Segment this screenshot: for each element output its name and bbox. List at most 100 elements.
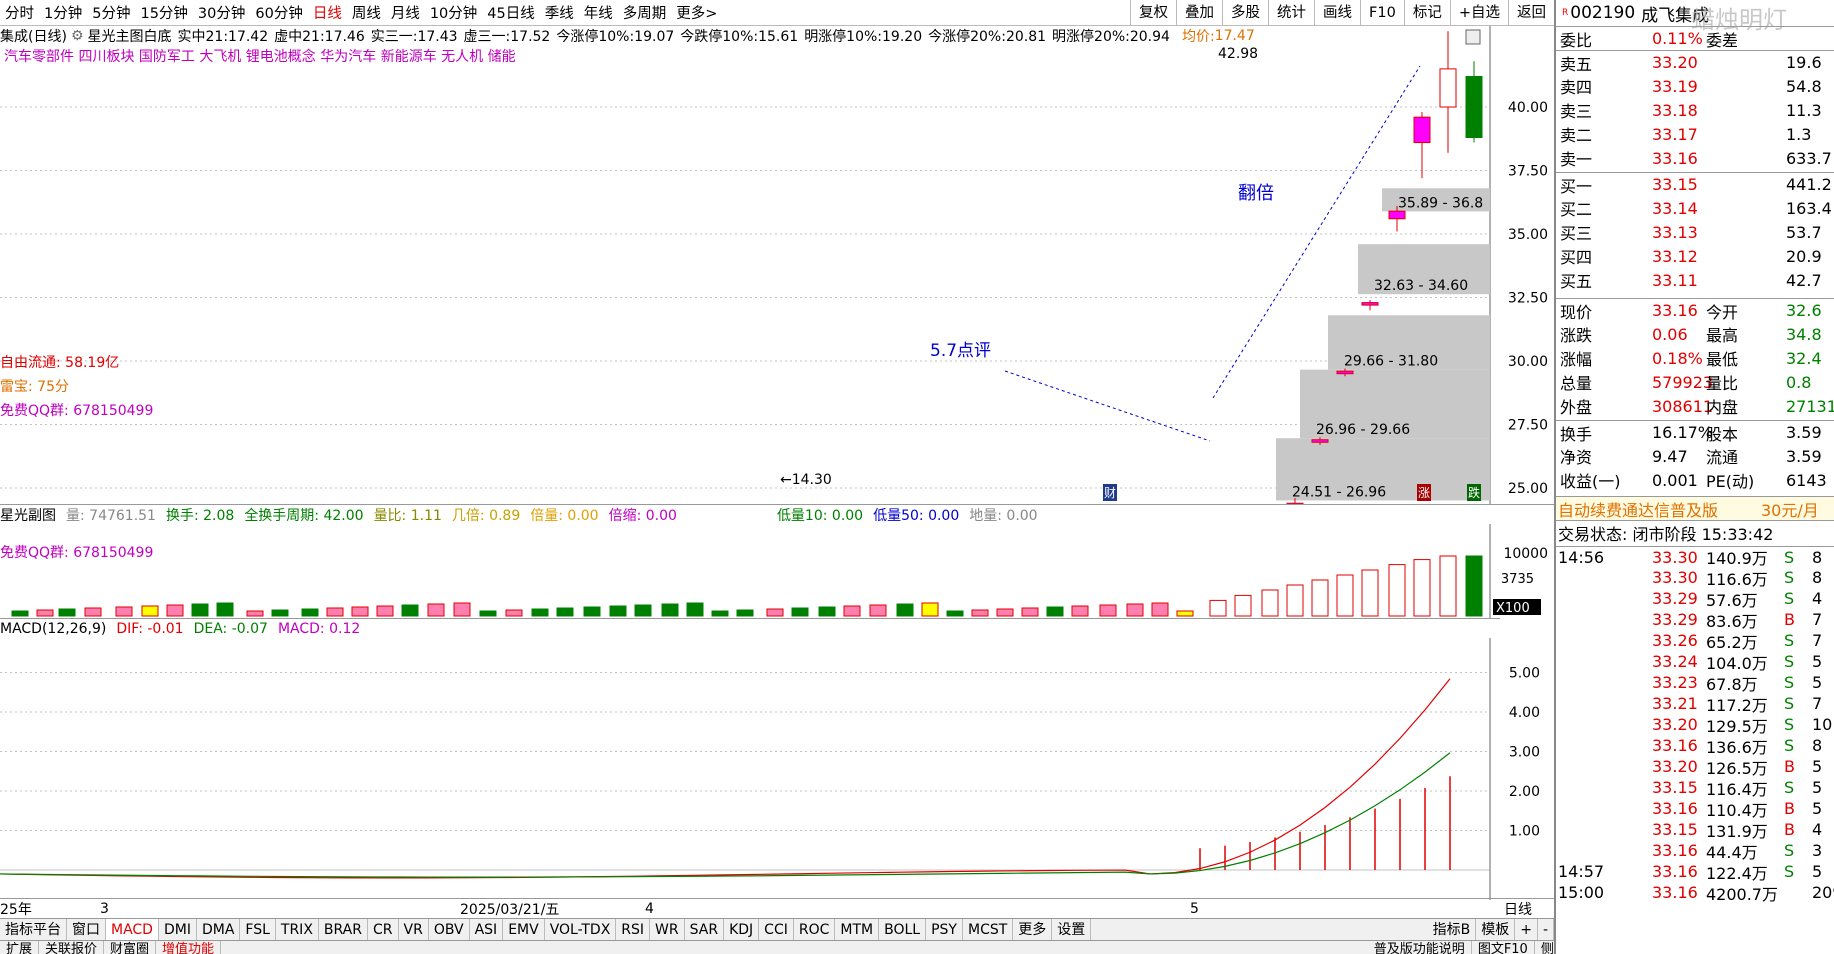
tick-side: S xyxy=(1784,694,1795,713)
stat2-label-2: 股本 xyxy=(1706,424,1739,444)
tab-5[interactable]: FSL xyxy=(240,919,276,940)
tab-17[interactable]: KDJ xyxy=(724,919,760,940)
tab-20[interactable]: MTM xyxy=(835,919,880,940)
tab-23[interactable]: MCST xyxy=(963,919,1014,940)
volume-chart[interactable]: 免费QQ群: 678150499 10000 3735 X100 xyxy=(0,524,1554,618)
tab-25[interactable]: 设置 xyxy=(1052,919,1092,940)
stat-row: 涨跌 0.06 最高 34.8 xyxy=(1556,322,1834,346)
finance-marker[interactable]: 财 xyxy=(1103,484,1118,501)
panel-toggle-icon[interactable] xyxy=(1465,29,1481,45)
tab-right-1[interactable]: 模板 xyxy=(1476,919,1516,940)
tab-3[interactable]: DMI xyxy=(159,919,197,940)
tab-right-0[interactable]: 指标B xyxy=(1428,919,1477,940)
tab-14[interactable]: RSI xyxy=(616,919,651,940)
volume-bar xyxy=(58,608,76,617)
bottom-tab-0[interactable]: 扩展 xyxy=(0,941,40,954)
tab-19[interactable]: ROC xyxy=(794,919,836,940)
tick-row: 33.29 83.6万 B 7 xyxy=(1556,609,1834,631)
period-3[interactable]: 15分钟 xyxy=(135,2,192,23)
period-10[interactable]: 45日线 xyxy=(482,2,539,23)
toolbar-button-6[interactable]: 标记 xyxy=(1403,0,1450,25)
tab-15[interactable]: WR xyxy=(650,919,685,940)
period-9[interactable]: 10分钟 xyxy=(425,2,482,23)
period-4[interactable]: 30分钟 xyxy=(193,2,250,23)
tab-4[interactable]: DMA xyxy=(197,919,241,940)
stat2-label-2: PE(动) xyxy=(1706,472,1755,491)
shrink-value: 倍缩: 0.00 xyxy=(608,507,677,524)
tab-7[interactable]: BRAR xyxy=(319,919,368,940)
tab-right-3[interactable]: - xyxy=(1538,919,1554,940)
bid-label: 买一 xyxy=(1560,176,1593,196)
toolbar-button-8[interactable]: 返回 xyxy=(1508,0,1554,25)
bottom-right-tab-0[interactable]: 普及版功能说明 xyxy=(1368,941,1472,954)
limit-down-marker[interactable]: 跌 xyxy=(1467,484,1482,501)
tab-21[interactable]: BOLL xyxy=(879,919,927,940)
dif-line xyxy=(0,678,1451,879)
volume-bar xyxy=(84,607,102,617)
tick-side: S xyxy=(1784,547,1795,567)
tab-22[interactable]: PSY xyxy=(926,919,963,940)
main-kline-chart[interactable]: 集成(日线) ⚙ 星光主图白底 实中21:17.42 虚中21:17.46 实三一:… xyxy=(0,26,1554,504)
tab-1[interactable]: 窗口 xyxy=(67,919,106,940)
stat-label-2: 量比 xyxy=(1706,374,1739,393)
date-axis: 25年 3 2025/03/21/五 4 5 日线 xyxy=(0,898,1554,918)
volume-bar xyxy=(869,604,887,617)
ad-text: 自动续费通达信普及版 xyxy=(1558,500,1719,520)
tab-8[interactable]: CR xyxy=(368,919,399,940)
tick-price: 33.16 xyxy=(1652,736,1698,755)
toolbar-button-7[interactable]: +自选 xyxy=(1449,0,1508,25)
tab-right-2[interactable]: + xyxy=(1515,919,1538,940)
tab-18[interactable]: CCI xyxy=(759,919,794,940)
vol-unit: X100 xyxy=(1496,601,1530,616)
tab-11[interactable]: ASI xyxy=(470,919,504,940)
tab-12[interactable]: EMV xyxy=(503,919,545,940)
volume-bar xyxy=(1311,579,1329,617)
bottom-right-tab-1[interactable]: 图文F10 xyxy=(1472,941,1535,954)
toolbar-button-0[interactable]: 复权 xyxy=(1130,0,1176,25)
period-0[interactable]: 分时 xyxy=(0,2,39,23)
toolbar-button-3[interactable]: 统计 xyxy=(1268,0,1314,25)
tick-price: 33.20 xyxy=(1652,715,1698,734)
period-6[interactable]: 日线 xyxy=(308,2,347,23)
toolbar-button-1[interactable]: 叠加 xyxy=(1176,0,1222,25)
tab-24[interactable]: 更多 xyxy=(1013,919,1053,940)
toolbar-button-2[interactable]: 多股 xyxy=(1222,0,1268,25)
period-8[interactable]: 月线 xyxy=(386,2,425,23)
macd-tick: 6.00 xyxy=(1509,638,1540,642)
tab-0[interactable]: 指标平台 xyxy=(0,919,67,940)
limit-up-marker[interactable]: 涨 xyxy=(1417,484,1432,501)
tab-10[interactable]: OBV xyxy=(429,919,470,940)
volume-bar xyxy=(1361,569,1379,617)
tab-13[interactable]: VOL-TDX xyxy=(545,919,617,940)
tab-6[interactable]: TRIX xyxy=(276,919,319,940)
period-7[interactable]: 周线 xyxy=(347,2,386,23)
tick-count: 3 xyxy=(1812,841,1823,860)
tick-count: 209 xyxy=(1812,883,1834,902)
stat2-label: 换手 xyxy=(1560,424,1593,444)
volume-bar xyxy=(301,608,319,617)
stat-row: 总量 579923 量比 0.8 xyxy=(1556,370,1834,394)
bottom-tab-2[interactable]: 财富圈 xyxy=(104,941,157,954)
macd-chart[interactable]: 6.00 5.00 4.00 3.00 2.00 1.00 xyxy=(0,638,1554,900)
tab-2[interactable]: MACD xyxy=(106,919,159,940)
tab-16[interactable]: SAR xyxy=(685,919,725,940)
bottom-tab-3[interactable]: 增值功能 xyxy=(156,941,222,954)
stat-label-2: 最低 xyxy=(1706,350,1739,369)
period-11[interactable]: 季线 xyxy=(540,2,579,23)
period-2[interactable]: 5分钟 xyxy=(87,2,135,23)
period-12[interactable]: 年线 xyxy=(579,2,618,23)
period-13[interactable]: 多周期 xyxy=(618,2,672,23)
macd-tick: 1.00 xyxy=(1509,824,1540,840)
period-5[interactable]: 60分钟 xyxy=(250,2,307,23)
ask-row: 卖一 33.16 633.7 xyxy=(1556,146,1834,170)
macd-tick: 4.00 xyxy=(1509,705,1540,721)
tab-9[interactable]: VR xyxy=(399,919,429,940)
period-14[interactable]: 更多> xyxy=(671,2,722,23)
period-1[interactable]: 1分钟 xyxy=(39,2,87,23)
bottom-tab-1[interactable]: 关联报价 xyxy=(39,941,105,954)
bid-row: 买三 33.13 53.7 xyxy=(1556,220,1834,244)
stat2-label: 收益(一) xyxy=(1560,472,1621,491)
toolbar-button-5[interactable]: F10 xyxy=(1360,0,1404,25)
toolbar-button-4[interactable]: 画线 xyxy=(1314,0,1360,25)
tab-spacer xyxy=(1091,919,1427,940)
